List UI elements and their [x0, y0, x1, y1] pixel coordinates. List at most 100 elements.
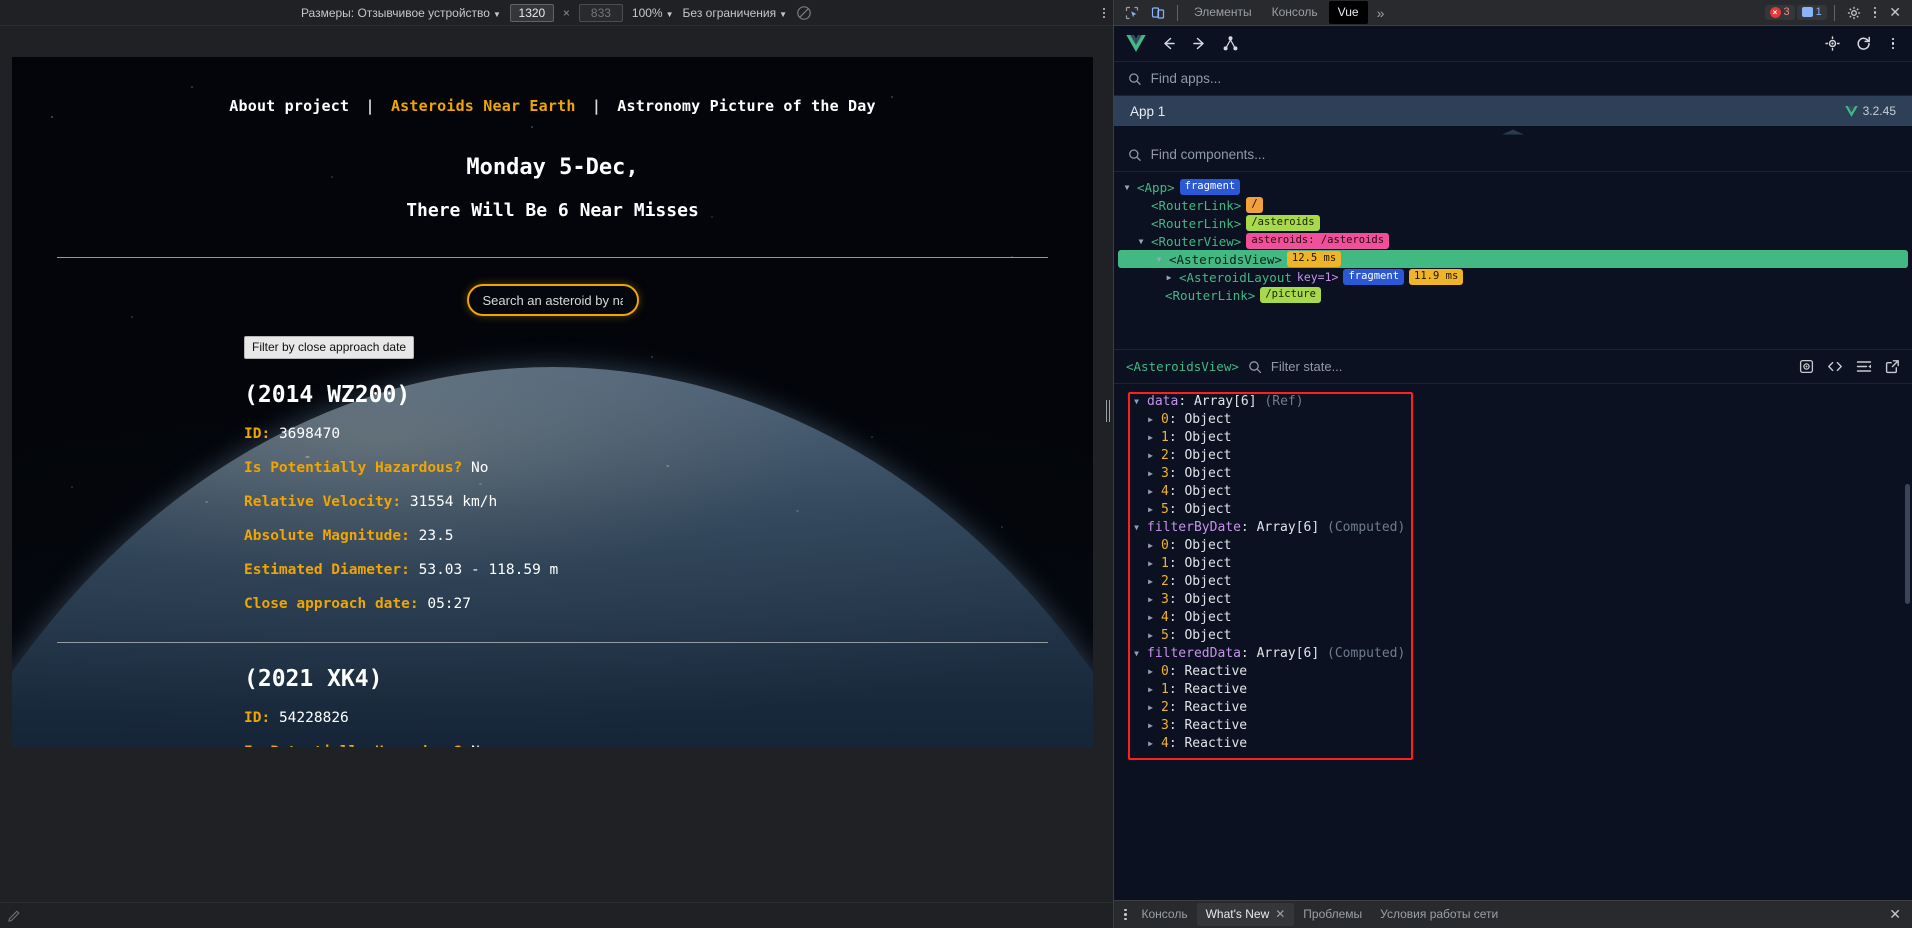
- chevron-right-icon[interactable]: ▶: [1164, 273, 1174, 282]
- state-tree-row[interactable]: ▶ 1: Object: [1128, 428, 1912, 446]
- message-count-badge[interactable]: 1: [1796, 5, 1827, 20]
- chevron-right-icon[interactable]: ▶: [1146, 433, 1155, 442]
- close-icon[interactable]: ✕: [1884, 4, 1906, 21]
- component-tree-row[interactable]: ▶<RouterLink>/: [1114, 196, 1912, 214]
- state-tree-row[interactable]: ▶ 4: Object: [1128, 608, 1912, 626]
- drawer-tab-issues[interactable]: Проблемы: [1294, 903, 1371, 926]
- chevron-right-icon[interactable]: ▶: [1146, 541, 1155, 550]
- state-tree-row[interactable]: ▶ 5: Object: [1128, 500, 1912, 518]
- state-tree-row[interactable]: ▶ 0: Object: [1128, 410, 1912, 428]
- open-in-editor-icon[interactable]: [1885, 359, 1900, 374]
- chevron-right-icon[interactable]: ▶: [1146, 487, 1155, 496]
- chevron-right-icon[interactable]: ▶: [1146, 577, 1155, 586]
- nav-link-apod[interactable]: Astronomy Picture of the Day: [617, 97, 875, 115]
- chevron-right-icon[interactable]: ▶: [1146, 703, 1155, 712]
- state-tree-row[interactable]: ▼ data: Array[6] (Ref): [1128, 392, 1912, 410]
- component-tree-row[interactable]: ▼ <RouterView> asteroids: /asteroids: [1114, 232, 1912, 250]
- close-icon[interactable]: ✕: [1275, 907, 1285, 921]
- component-tree-row[interactable]: ▶<RouterLink>/asteroids: [1114, 214, 1912, 232]
- drawer-tab-console[interactable]: Консоль: [1133, 903, 1197, 926]
- app-selector-row[interactable]: App 1 3.2.45: [1114, 96, 1912, 126]
- state-tree-row[interactable]: ▼ filteredData: Array[6] (Computed): [1128, 644, 1912, 662]
- more-tabs-button[interactable]: »: [1370, 5, 1392, 21]
- state-tree-row[interactable]: ▶ 0: Reactive: [1128, 662, 1912, 680]
- collapse-apps-handle[interactable]: [1114, 126, 1912, 138]
- error-count-badge[interactable]: × 3: [1764, 5, 1795, 20]
- zoom-dropdown[interactable]: 100% ▼: [632, 6, 674, 20]
- chevron-right-icon[interactable]: ▶: [1146, 505, 1155, 514]
- search-input[interactable]: [466, 284, 639, 316]
- state-tree-row[interactable]: ▶ 3: Object: [1128, 464, 1912, 482]
- device-toolbar-icon[interactable]: [1146, 2, 1170, 24]
- find-components-input[interactable]: [1150, 147, 1898, 162]
- collapse-all-icon[interactable]: [1856, 359, 1872, 374]
- chevron-right-icon[interactable]: ▶: [1146, 721, 1155, 730]
- chevron-right-icon[interactable]: ▶: [1146, 631, 1155, 640]
- state-tree-row[interactable]: ▶ 5: Object: [1128, 626, 1912, 644]
- chevron-right-icon[interactable]: ▶: [1146, 739, 1155, 748]
- drawer-menu-button[interactable]: [1118, 908, 1133, 921]
- chevron-right-icon[interactable]: ▶: [1146, 613, 1155, 622]
- state-tree-row[interactable]: ▶ 3: Object: [1128, 590, 1912, 608]
- chevron-down-icon[interactable]: ▼: [1122, 183, 1132, 192]
- component-tree-row[interactable]: ▶<RouterLink>/picture: [1114, 286, 1912, 304]
- component-tree-row[interactable]: ▼ <AsteroidsView> 12.5 ms: [1118, 250, 1908, 268]
- chevron-right-icon[interactable]: ▶: [1146, 685, 1155, 694]
- component-tree-row[interactable]: ▶ <AsteroidLayout key=1> fragment 11.9 ms: [1114, 268, 1912, 286]
- state-tree-row[interactable]: ▼ filterByDate: Array[6] (Computed): [1128, 518, 1912, 536]
- device-preset-dropdown[interactable]: Размеры: Отзывчивое устройство ▼: [301, 6, 501, 20]
- viewport-width-resize-handle[interactable]: [1103, 396, 1113, 426]
- state-tree-row[interactable]: ▶ 1: Reactive: [1128, 680, 1912, 698]
- arrow-back-icon[interactable]: [1160, 35, 1177, 52]
- nav-link-asteroids[interactable]: Asteroids Near Earth: [391, 97, 576, 115]
- state-tree-row[interactable]: ▶ 2: Reactive: [1128, 698, 1912, 716]
- chevron-right-icon[interactable]: ▶: [1146, 415, 1155, 424]
- tab-console[interactable]: Консоль: [1263, 1, 1327, 24]
- inspect-element-icon[interactable]: [1120, 2, 1144, 24]
- tab-elements[interactable]: Элементы: [1185, 1, 1261, 24]
- throttling-dropdown[interactable]: Без ограничения ▼: [683, 6, 788, 20]
- drawer-close-icon[interactable]: ✕: [1882, 906, 1908, 923]
- state-tree-row[interactable]: ▶ 3: Reactive: [1128, 716, 1912, 734]
- rotate-device-icon[interactable]: [796, 5, 812, 21]
- error-icon: ×: [1769, 6, 1781, 18]
- chevron-right-icon[interactable]: ▶: [1146, 559, 1155, 568]
- component-tree-row[interactable]: ▼ <App> fragment: [1114, 178, 1912, 196]
- inspect-in-console-icon[interactable]: [1799, 359, 1814, 374]
- filter-state-input[interactable]: [1270, 359, 1391, 374]
- filter-by-date-button[interactable]: Filter by close approach date: [244, 336, 415, 359]
- chevron-right-icon[interactable]: ▶: [1146, 451, 1155, 460]
- state-tree-row[interactable]: ▶ 0: Object: [1128, 536, 1912, 554]
- chevron-right-icon[interactable]: ▶: [1146, 667, 1155, 676]
- chevron-down-icon[interactable]: ▼: [1132, 523, 1141, 532]
- chevron-right-icon[interactable]: ▶: [1146, 595, 1155, 604]
- vue-menu-button[interactable]: [1886, 37, 1901, 50]
- chevron-down-icon[interactable]: ▼: [1136, 237, 1146, 246]
- viewport-height-input[interactable]: [578, 3, 623, 22]
- drawer-tab-network-conditions[interactable]: Условия работы сети: [1371, 903, 1507, 926]
- view-source-icon[interactable]: [1827, 359, 1843, 374]
- viewport-width-input[interactable]: [509, 3, 554, 22]
- find-apps-input[interactable]: [1150, 71, 1898, 86]
- state-tree-row[interactable]: ▶ 4: Reactive: [1128, 734, 1912, 752]
- select-component-icon[interactable]: [1824, 35, 1841, 52]
- state-scrollbar[interactable]: [1905, 484, 1910, 604]
- state-tree-row[interactable]: ▶ 2: Object: [1128, 572, 1912, 590]
- state-tree-row[interactable]: ▶ 4: Object: [1128, 482, 1912, 500]
- drawer-tab-whats-new[interactable]: What's New ✕: [1196, 903, 1295, 926]
- chevron-down-icon[interactable]: ▼: [1132, 649, 1141, 658]
- state-tree-row[interactable]: ▶ 1: Object: [1128, 554, 1912, 572]
- component-tree-icon[interactable]: [1222, 35, 1239, 52]
- nav-link-about[interactable]: About project: [229, 97, 349, 115]
- chevron-down-icon[interactable]: ▼: [1132, 397, 1141, 406]
- gear-icon[interactable]: [1842, 2, 1866, 24]
- chevron-down-icon[interactable]: ▼: [1154, 255, 1164, 264]
- device-toolbar-menu-button[interactable]: [1103, 7, 1105, 18]
- devtools-menu-button[interactable]: [1868, 6, 1883, 19]
- refresh-icon[interactable]: [1855, 35, 1872, 52]
- edit-pen-icon[interactable]: [8, 909, 21, 922]
- arrow-forward-icon[interactable]: [1191, 35, 1208, 52]
- chevron-right-icon[interactable]: ▶: [1146, 469, 1155, 478]
- state-tree-row[interactable]: ▶ 2: Object: [1128, 446, 1912, 464]
- tab-vue[interactable]: Vue: [1328, 1, 1368, 24]
